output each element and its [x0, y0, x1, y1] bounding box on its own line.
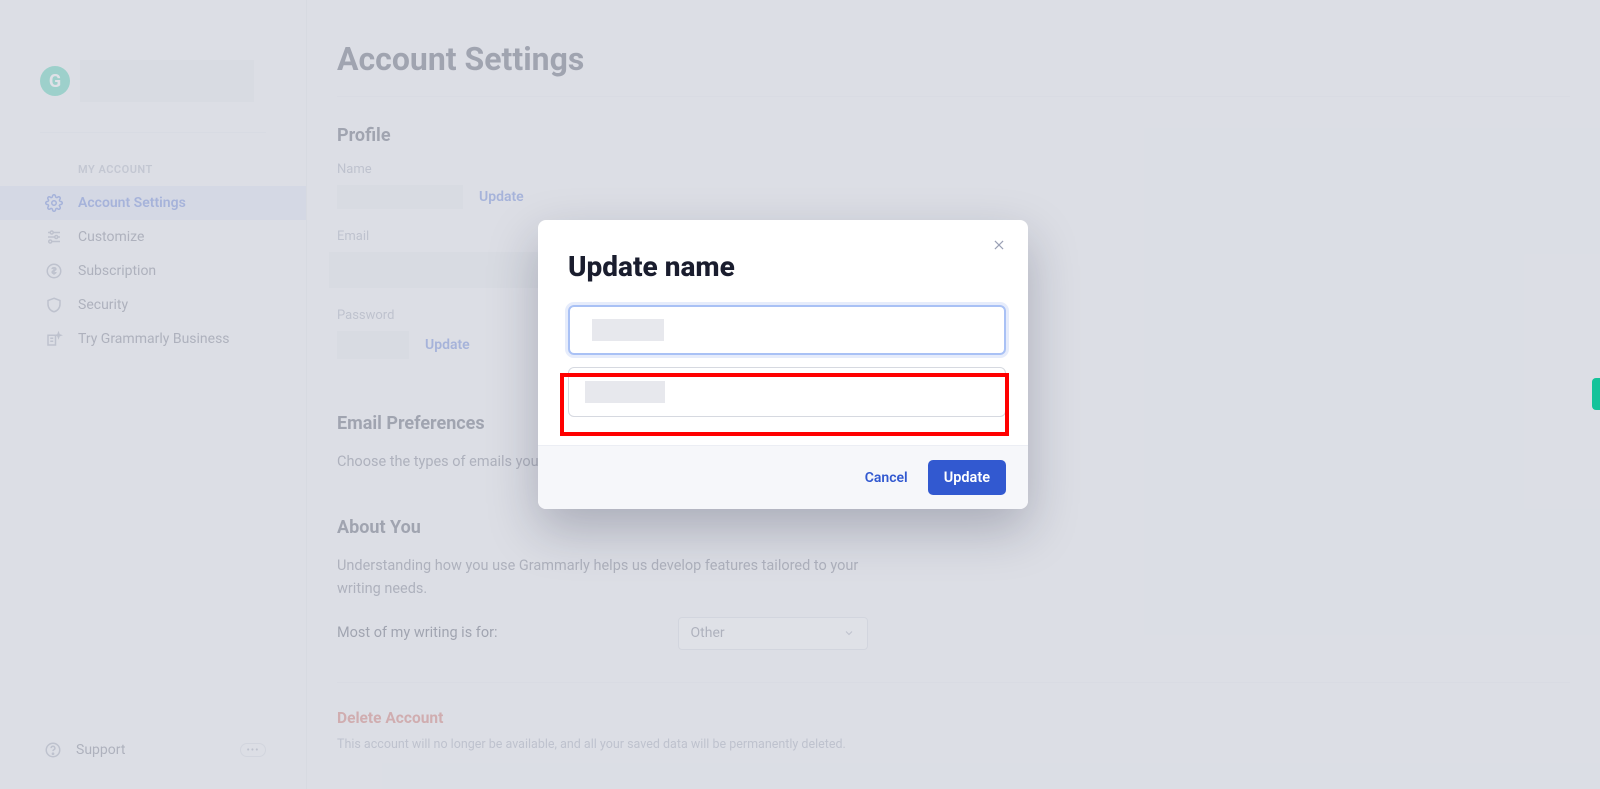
update-button[interactable]: Update: [928, 460, 1006, 495]
modal-title: Update name: [568, 250, 998, 283]
update-name-modal: Update name Cancel Update: [538, 220, 1028, 509]
modal-body: Update name: [538, 220, 1028, 445]
grammarly-edge-tab[interactable]: [1592, 378, 1600, 410]
first-name-input[interactable]: [568, 305, 1006, 355]
last-name-value-placeholder: [585, 381, 665, 403]
last-name-input-wrap: [568, 367, 998, 417]
first-name-value-placeholder: [592, 319, 664, 341]
last-name-input[interactable]: [568, 367, 1006, 417]
app-root: G MY ACCOUNT Account Settings Customize: [0, 0, 1600, 789]
modal-footer: Cancel Update: [538, 445, 1028, 509]
cancel-button[interactable]: Cancel: [865, 470, 908, 486]
close-icon[interactable]: [990, 236, 1008, 254]
first-name-input-wrap: [568, 305, 998, 355]
